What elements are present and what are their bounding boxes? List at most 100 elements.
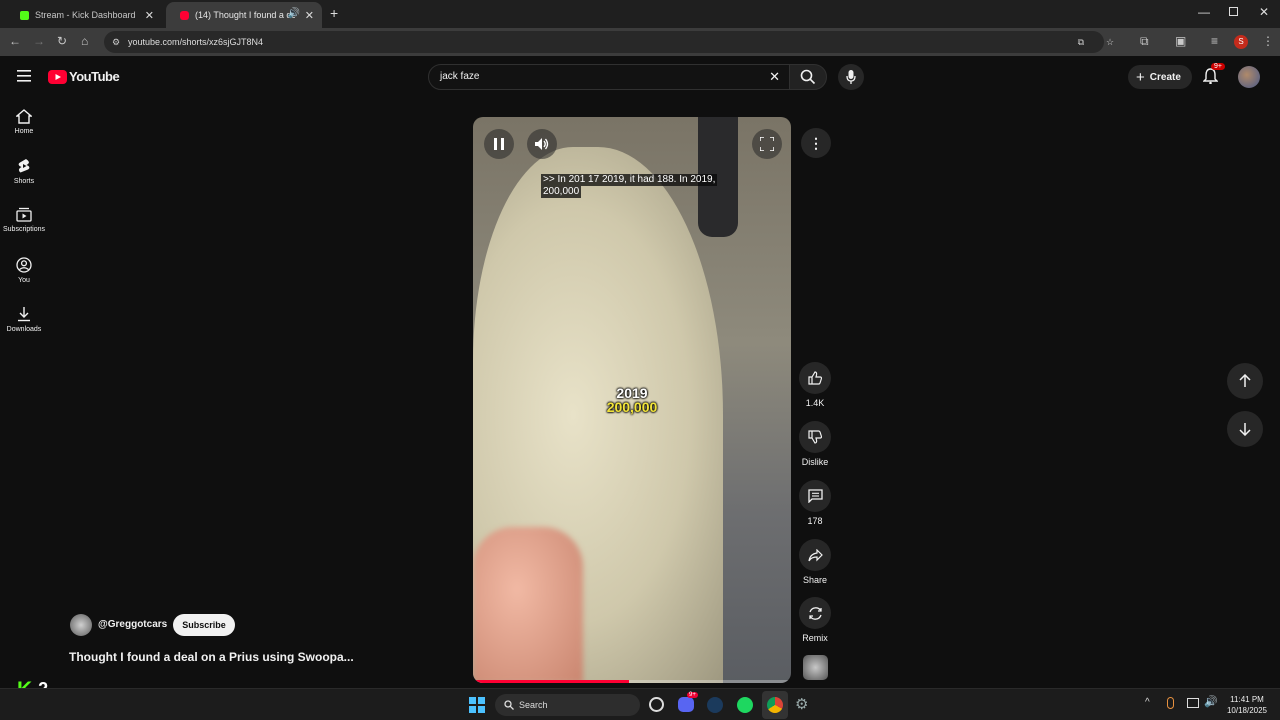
clock-time: 11:41 PM (1230, 695, 1264, 704)
speaker-icon[interactable]: 🔊 (288, 8, 300, 19)
share-label: Share (802, 575, 828, 585)
create-button[interactable]: + Create (1128, 65, 1192, 89)
discord-app-icon[interactable]: 9+ (678, 692, 698, 712)
profile-avatar[interactable]: S (1234, 35, 1248, 49)
comment-icon (807, 489, 823, 503)
search-query: jack faze (440, 71, 480, 82)
home-icon (16, 109, 32, 124)
windows-taskbar: Search 9+ ⚙ ^ 🔊 11:41 PM 10/18/2025 (0, 688, 1280, 720)
restore-icon[interactable] (1229, 7, 1238, 16)
more-options-button[interactable]: ⋮ (801, 128, 831, 158)
address-bar[interactable]: ⚙ youtube.com/shorts/xz6sjGJT8N4 ⧉ ☆ (104, 31, 1114, 53)
spotify-app-icon[interactable] (737, 697, 753, 713)
microphone-tray-icon[interactable] (1167, 697, 1174, 709)
kick-favicon-icon (20, 10, 29, 20)
clock-date: 10/18/2025 (1226, 706, 1268, 715)
closed-caption: >> In 201 17 2019, it had 188. In 2019, … (541, 174, 718, 198)
plus-icon: + (1136, 68, 1145, 86)
install-app-icon[interactable]: ⧉ (1078, 31, 1084, 53)
site-info-icon[interactable]: ⚙ (112, 31, 120, 53)
channel-avatar[interactable] (70, 614, 92, 636)
chrome-app-icon[interactable] (762, 691, 788, 719)
minimize-icon[interactable]: — (1198, 5, 1210, 19)
arrow-up-icon (1239, 374, 1251, 387)
subscribe-button[interactable]: Subscribe (173, 614, 235, 636)
back-icon[interactable]: ← (9, 34, 21, 48)
home-button-icon[interactable]: ⌂ (81, 34, 88, 48)
fullscreen-button[interactable] (752, 129, 782, 159)
voice-search-button[interactable] (838, 64, 864, 90)
share-button[interactable] (799, 539, 831, 571)
search-input[interactable]: jack faze ✕ (428, 64, 790, 90)
caption-line: >> In 201 17 2019, it had 188. In 2019, (541, 174, 718, 186)
thumbs-down-icon (808, 430, 822, 444)
forward-icon[interactable]: → (33, 34, 45, 48)
windows-logo-tile (478, 697, 485, 704)
notifications-button[interactable]: 9+ (1202, 63, 1225, 89)
bookmark-star-icon[interactable]: ☆ (1106, 31, 1114, 53)
hamburger-menu-icon[interactable] (17, 69, 31, 87)
clock[interactable]: 11:41 PM 10/18/2025 (1222, 694, 1272, 716)
extensions-icon[interactable]: ⧉ (1140, 34, 1149, 49)
comments-button[interactable] (799, 480, 831, 512)
like-count: 1.4K (805, 398, 825, 408)
youtube-favicon-icon (180, 10, 189, 20)
media-control-icon[interactable]: ≡ (1211, 34, 1218, 48)
previous-short-button[interactable] (1227, 363, 1263, 399)
obs-app-icon[interactable] (649, 697, 664, 712)
comments-count: 178 (807, 516, 823, 526)
downloads-icon (18, 307, 30, 322)
tab-label: Stream - Kick Dashboard (35, 10, 136, 20)
reload-icon[interactable]: ↻ (57, 34, 67, 48)
guide-label: Subscriptions (2, 226, 46, 233)
network-icon[interactable] (1187, 698, 1199, 708)
guide-item-downloads[interactable]: Downloads (0, 306, 48, 333)
pause-button[interactable] (484, 129, 514, 159)
guide-item-subscriptions[interactable]: Subscriptions (0, 207, 48, 233)
scene-hand (473, 527, 583, 683)
dislike-button[interactable] (799, 421, 831, 453)
side-panel-icon[interactable]: ▣ (1175, 34, 1186, 48)
guide-item-shorts[interactable]: Shorts (0, 158, 48, 185)
subscriptions-icon (16, 207, 32, 222)
remix-button[interactable] (799, 597, 831, 629)
bell-icon (1202, 68, 1219, 85)
windows-logo-tile (478, 706, 485, 713)
close-tab-icon[interactable]: ✕ (305, 9, 314, 22)
browser-tab-bar: Stream - Kick Dashboard ✕ (14) Thought I… (0, 0, 1280, 28)
channel-name[interactable]: @Greggotcars (98, 619, 167, 630)
account-avatar[interactable] (1238, 66, 1260, 88)
guide-item-you[interactable]: You (0, 257, 48, 284)
short-video-player[interactable]: >> In 201 17 2019, it had 188. In 2019, … (473, 117, 791, 683)
short-title[interactable]: Thought I found a deal on a Prius using … (69, 650, 354, 664)
browser-menu-icon[interactable]: ⋮ (1262, 34, 1274, 48)
new-tab-button[interactable]: + (330, 5, 338, 21)
like-button[interactable] (799, 362, 831, 394)
start-button[interactable] (469, 697, 485, 713)
arrow-down-icon (1239, 423, 1251, 436)
tab-youtube-short[interactable]: (14) Thought I found a deal 🔊 ✕ (166, 2, 322, 28)
settings-app-icon[interactable]: ⚙ (795, 695, 808, 713)
sound-source-avatar[interactable] (803, 655, 828, 680)
close-tab-icon[interactable]: ✕ (145, 9, 154, 22)
tray-chevron-icon[interactable]: ^ (1145, 697, 1150, 708)
volume-tray-icon[interactable]: 🔊 (1204, 695, 1218, 708)
youtube-logo[interactable]: YouTube (48, 69, 120, 84)
next-short-button[interactable] (1227, 411, 1263, 447)
clear-search-icon[interactable]: ✕ (769, 65, 780, 89)
taskbar-search[interactable]: Search (495, 694, 640, 716)
windows-logo-tile (469, 706, 476, 713)
notification-badge: 9+ (1211, 63, 1225, 70)
tab-kick-dashboard[interactable]: Stream - Kick Dashboard ✕ (6, 2, 162, 28)
search-button[interactable] (789, 64, 827, 90)
shorts-icon (18, 159, 30, 173)
steam-app-icon[interactable] (707, 697, 723, 713)
volume-button[interactable] (527, 129, 557, 159)
guide-label: You (18, 277, 30, 284)
dislike-label: Dislike (801, 457, 829, 467)
progress-track[interactable] (473, 680, 791, 683)
thumbs-up-icon (808, 371, 822, 385)
guide-item-home[interactable]: Home (0, 109, 48, 135)
close-window-icon[interactable]: ✕ (1259, 5, 1269, 19)
guide-label: Downloads (6, 326, 42, 333)
